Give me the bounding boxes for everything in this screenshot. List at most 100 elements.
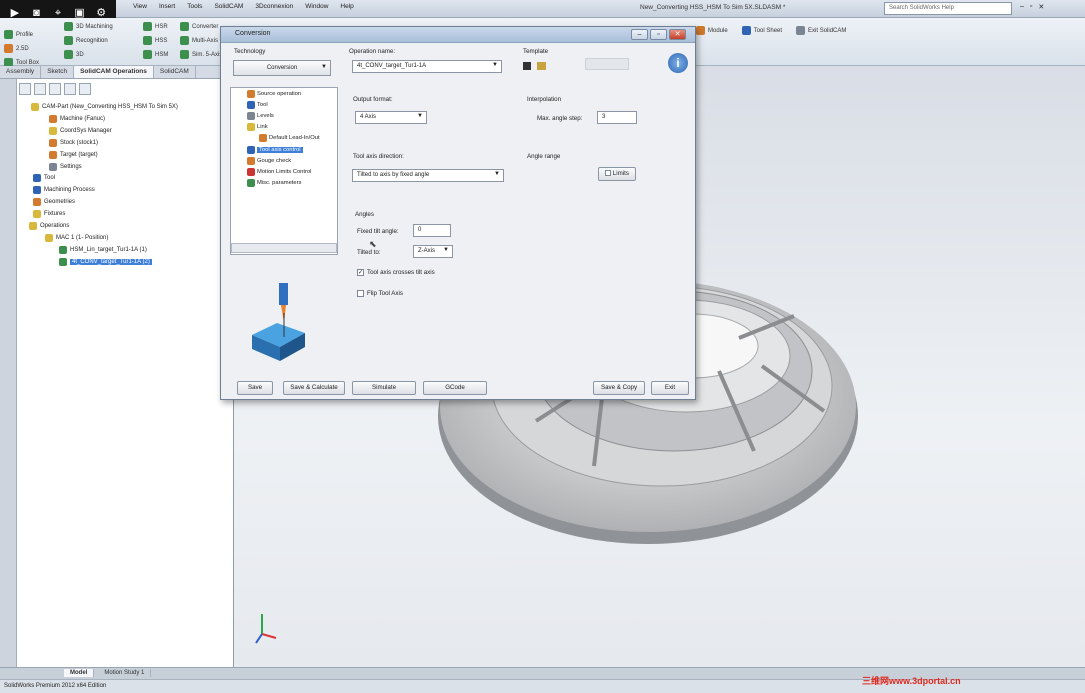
parameter-tree-item[interactable]: Default Lead-In/Out [259, 134, 320, 143]
simulate-button[interactable]: Simulate [352, 381, 416, 395]
ribbon-button[interactable]: Sim. 5-Axis [180, 50, 222, 59]
ribbon-button[interactable]: 3D Machining [64, 22, 113, 31]
tree-tool-button[interactable] [79, 83, 91, 95]
exit-button[interactable]: Exit [651, 381, 689, 395]
parameter-tree-item[interactable]: Gouge check [247, 156, 292, 165]
ribbon-button[interactable]: Converter [180, 22, 222, 31]
save-template-icon[interactable] [523, 62, 531, 70]
tree-node[interactable]: Machine (Fanuc) [49, 114, 105, 123]
parameter-tree-item[interactable]: Levels [247, 112, 274, 121]
ribbon-button[interactable]: Profile [4, 30, 39, 39]
tool-axis-direction-select[interactable]: Tilted to axis by fixed angle ▼ [352, 169, 504, 182]
flip-tool-axis-row[interactable]: Flip Tool Axis [357, 290, 403, 297]
parameter-tree-item[interactable]: Tool axis control [247, 145, 303, 154]
tab-sketch[interactable]: Sketch [41, 66, 75, 78]
flip-tool-axis-label: Flip Tool Axis [367, 290, 403, 297]
save-calculate-button[interactable]: Save & Calculate [283, 381, 345, 395]
tree-node[interactable]: 4t_CONV_target_Tur1-1A (2) [59, 257, 152, 266]
tree-node[interactable]: Geometries [33, 198, 75, 207]
ribbon-button[interactable]: Multi-Axis [180, 36, 222, 45]
tilted-to-select[interactable]: Z-Axis ▼ [413, 245, 453, 258]
parameter-tree-item[interactable]: Motion Limits Control [247, 167, 311, 176]
crosses-tilt-axis-checkbox[interactable]: ✓ [357, 269, 364, 276]
menu-item[interactable]: View [133, 3, 147, 15]
tab-assembly[interactable]: Assembly [0, 66, 42, 78]
crosses-tilt-axis-row[interactable]: ✓ Tool axis crosses tilt axis [357, 269, 435, 276]
tree-node[interactable]: Machining Process [33, 186, 95, 195]
tree-node[interactable]: Settings [49, 162, 82, 171]
tree-node[interactable]: Operations [29, 222, 69, 230]
ribbon-button[interactable]: Exit SolidCAM [796, 26, 846, 35]
limits-button[interactable]: Limits [598, 167, 636, 181]
tree-node[interactable]: Target (target) [49, 150, 98, 159]
machine-icon [49, 114, 57, 123]
minimize-icon[interactable]: – [1020, 3, 1024, 11]
minimize-button[interactable]: – [631, 29, 648, 40]
close-icon[interactable]: ✕ [1038, 3, 1044, 11]
tree-node[interactable]: CAM-Part (New_Converting HSS_HSM To Sim … [31, 103, 178, 111]
flip-tool-axis-checkbox[interactable] [357, 290, 364, 297]
tree-node[interactable]: CoordSys Manager [49, 126, 112, 135]
menu-item[interactable]: SolidCAM [214, 3, 243, 15]
ribbon-icon [4, 30, 13, 39]
tree-tool-button[interactable] [49, 83, 61, 95]
bottom-tab[interactable]: Motion Study 1 [98, 669, 152, 677]
ribbon-button[interactable]: Recognition [64, 36, 113, 45]
help-search-input[interactable]: Search SolidWorks Help [884, 2, 1012, 15]
ribbon-button[interactable]: HSS [143, 36, 168, 45]
ribbon-button[interactable]: HSM [143, 50, 168, 59]
menu-item[interactable]: 3Dconnexion [255, 3, 293, 15]
ribbon-button[interactable]: Tool Sheet [741, 26, 782, 35]
technology-select[interactable]: Conversion ▼ [233, 60, 331, 76]
ribbon-button[interactable]: 3D [64, 50, 113, 59]
limits-checkbox-icon [605, 170, 612, 177]
maximize-button[interactable]: ▫ [650, 29, 667, 40]
tab-solidcam-operations[interactable]: SolidCAM Operations [74, 66, 154, 78]
max-angle-step-input[interactable]: 3 [597, 111, 637, 124]
tab-solidcam[interactable]: SolidCAM [154, 66, 196, 78]
dialog-title-text: Conversion [235, 30, 271, 37]
op-icon [59, 245, 67, 254]
tree-node[interactable]: Fixtures [33, 210, 65, 219]
save-button[interactable]: Save [237, 381, 273, 395]
tree-node[interactable]: MAC 1 (1- Position) [45, 233, 108, 242]
parameter-tree-item[interactable]: Tool [247, 101, 268, 110]
tree-tool-button[interactable] [19, 83, 31, 95]
tree-tool-button[interactable] [34, 83, 46, 95]
tree-tool-button[interactable] [64, 83, 76, 95]
menu-item[interactable]: Help [340, 3, 353, 15]
tree-node[interactable]: HSM_Lin_target_Tur1-1A (1) [59, 245, 147, 254]
chevron-down-icon: ▼ [492, 62, 498, 68]
parameter-tree-item[interactable]: Misc. parameters [247, 178, 301, 187]
ribbon-icon [64, 22, 73, 31]
ribbon-label: 2.5D [16, 45, 29, 52]
info-icon[interactable]: i [668, 53, 688, 73]
menu-item[interactable]: Insert [159, 3, 175, 15]
parameter-tree-item[interactable]: Source operation [247, 90, 301, 98]
menu-item[interactable]: Window [305, 3, 328, 15]
ribbon-button[interactable]: Module [696, 26, 728, 35]
parameter-tree-label: Gouge check [257, 157, 292, 164]
fixture-icon [33, 210, 41, 219]
ribbon-button[interactable]: HSR [143, 22, 168, 31]
open-template-icon[interactable] [537, 62, 546, 70]
gcode-button[interactable]: GCode [423, 381, 487, 395]
template-field[interactable] [585, 58, 629, 70]
settings-icon [49, 162, 57, 171]
output-format-select[interactable]: 4 Axis ▼ [355, 111, 427, 124]
ribbon-button[interactable]: 2.5D [4, 44, 39, 53]
tree-node[interactable]: Stock (stock1) [49, 138, 98, 147]
operation-name-select[interactable]: 4t_CONV_target_Tur1-1A ▼ [352, 60, 502, 73]
restore-icon[interactable]: ▫ [1030, 3, 1032, 11]
menu-item[interactable]: Tools [187, 3, 202, 15]
close-button[interactable]: ✕ [669, 29, 686, 40]
bottom-tab[interactable]: Model [64, 669, 95, 677]
tree-scrollbar[interactable] [231, 243, 337, 253]
tree-node[interactable]: Tool [33, 174, 55, 183]
parameter-icon [247, 90, 255, 98]
save-copy-button[interactable]: Save & Copy [593, 381, 645, 395]
watermark: 三维网www.3dportal.cn [862, 676, 961, 686]
fixed-tilt-angle-input[interactable]: 0 [413, 224, 451, 237]
parameter-tree-label: Link [257, 124, 268, 131]
parameter-tree-item[interactable]: Link [247, 123, 268, 132]
